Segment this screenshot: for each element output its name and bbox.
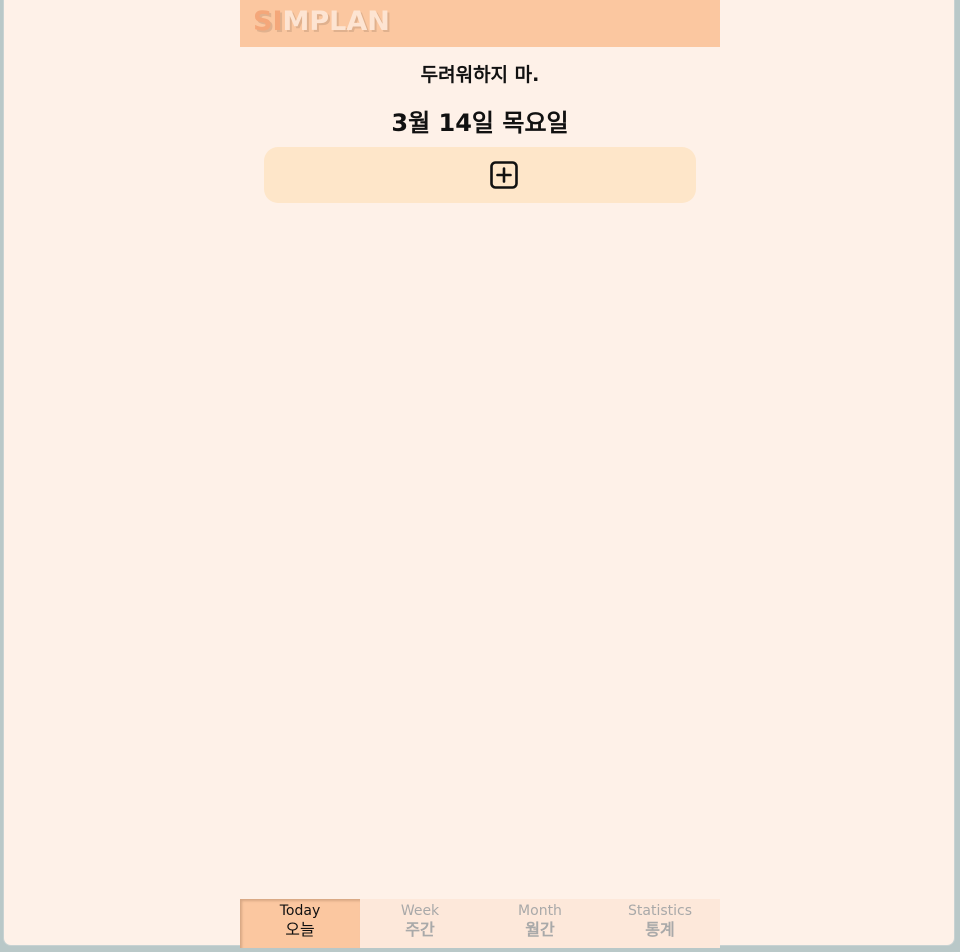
tab-week-label-ko: 주간 [405,920,435,939]
daily-motto: 두려워하지 마. [420,64,540,86]
tab-month[interactable]: Month 월간 [480,899,600,948]
header-bar: SIMPLAN [240,0,720,47]
app-logo[interactable]: SIMPLAN [253,6,390,38]
add-task-button[interactable] [264,147,696,203]
tab-statistics-label-ko: 통계 [645,920,675,939]
tab-month-label-en: Month [518,903,562,919]
logo-text-accent: SI [253,6,283,37]
plus-square-icon [490,161,518,189]
tab-month-label-ko: 월간 [525,920,555,939]
tab-today-label-en: Today [279,903,321,919]
tab-statistics-label-en: Statistics [628,903,692,919]
tab-statistics[interactable]: Statistics 통계 [600,899,720,948]
app-container: SIMPLAN 두려워하지 마. 3월 14일 목요일 Today 오늘 Wee… [240,0,720,948]
logo-text-light: MPLAN [282,6,390,37]
tab-today[interactable]: Today 오늘 [240,899,360,948]
tab-today-label-ko: 오늘 [285,920,315,939]
tab-week-label-en: Week [400,903,440,919]
bottom-tab-bar: Today 오늘 Week 주간 Month 월간 Statistics 통계 [240,899,720,948]
current-date-title: 3월 14일 목요일 [391,109,569,137]
tab-week[interactable]: Week 주간 [360,899,480,948]
